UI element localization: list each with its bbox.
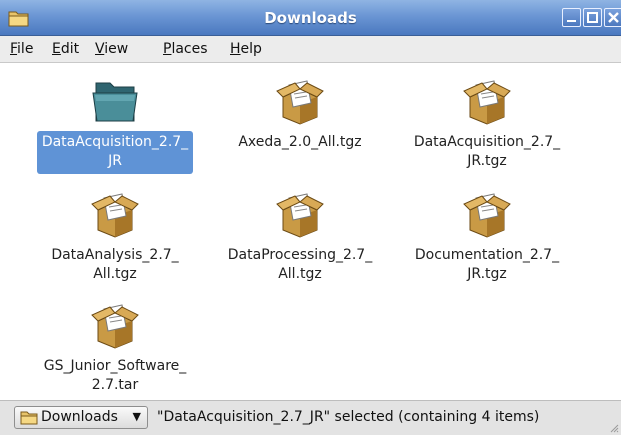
status-message: "DataAcquisition_2.7_JR" selected (conta…	[157, 409, 540, 425]
package-icon	[463, 80, 511, 125]
package-icon	[91, 304, 139, 349]
package-icon	[276, 80, 324, 125]
window-title: Downloads	[264, 9, 357, 27]
file-item-axeda[interactable]: Axeda_2.0_All.tgz	[210, 77, 390, 155]
icon-view[interactable]: DataAcquisition_2.7_ JR Axeda_2.0_All.tgz	[0, 63, 621, 400]
menu-help[interactable]: Help	[230, 41, 262, 57]
close-button[interactable]	[604, 8, 621, 27]
package-icon	[91, 193, 139, 238]
file-item-documentation[interactable]: Documentation_2.7_ JR.tgz	[397, 190, 577, 287]
file-label: Documentation_2.7_ JR.tgz	[414, 247, 560, 282]
file-label: Axeda_2.0_All.tgz	[238, 134, 362, 150]
file-item-gs-junior-software[interactable]: GS_Junior_Software_ 2.7.tar	[25, 301, 205, 398]
menu-view[interactable]: View	[95, 41, 128, 57]
menu-edit[interactable]: Edit	[52, 41, 79, 57]
close-icon	[608, 12, 619, 23]
file-label: GS_Junior_Software_ 2.7.tar	[43, 358, 187, 393]
file-item-dataacquisition-folder[interactable]: DataAcquisition_2.7_ JR	[25, 77, 205, 174]
menu-places[interactable]: Places	[163, 41, 208, 57]
folder-icon	[92, 82, 138, 122]
maximize-icon	[587, 12, 598, 23]
menu-file[interactable]: File	[10, 41, 33, 57]
location-dropdown-button[interactable]: Downloads ▼	[14, 406, 148, 429]
minimize-icon	[567, 20, 576, 22]
package-icon	[276, 193, 324, 238]
minimize-button[interactable]	[562, 8, 581, 27]
status-bar: Downloads ▼ "DataAcquisition_2.7_JR" sel…	[0, 400, 621, 435]
file-label: DataAcquisition_2.7_ JR.tgz	[413, 134, 561, 169]
title-bar[interactable]: Downloads	[0, 0, 621, 36]
package-icon	[463, 193, 511, 238]
file-manager-window: Downloads File Edit View Places Help Dat…	[0, 0, 621, 435]
file-label: DataProcessing_2.7_ All.tgz	[227, 247, 373, 282]
folder-icon	[20, 411, 38, 425]
file-label: DataAcquisition_2.7_ JR	[36, 131, 194, 174]
location-label: Downloads	[41, 409, 118, 425]
menu-bar: File Edit View Places Help	[0, 36, 621, 63]
dropdown-arrow-icon: ▼	[132, 410, 141, 423]
file-item-dataprocessing[interactable]: DataProcessing_2.7_ All.tgz	[210, 190, 390, 287]
file-label: DataAnalysis_2.7_ All.tgz	[51, 247, 179, 282]
file-item-dataacquisition-tgz[interactable]: DataAcquisition_2.7_ JR.tgz	[397, 77, 577, 174]
maximize-button[interactable]	[583, 8, 602, 27]
file-item-dataanalysis[interactable]: DataAnalysis_2.7_ All.tgz	[25, 190, 205, 287]
resize-grip-icon[interactable]	[609, 423, 619, 433]
